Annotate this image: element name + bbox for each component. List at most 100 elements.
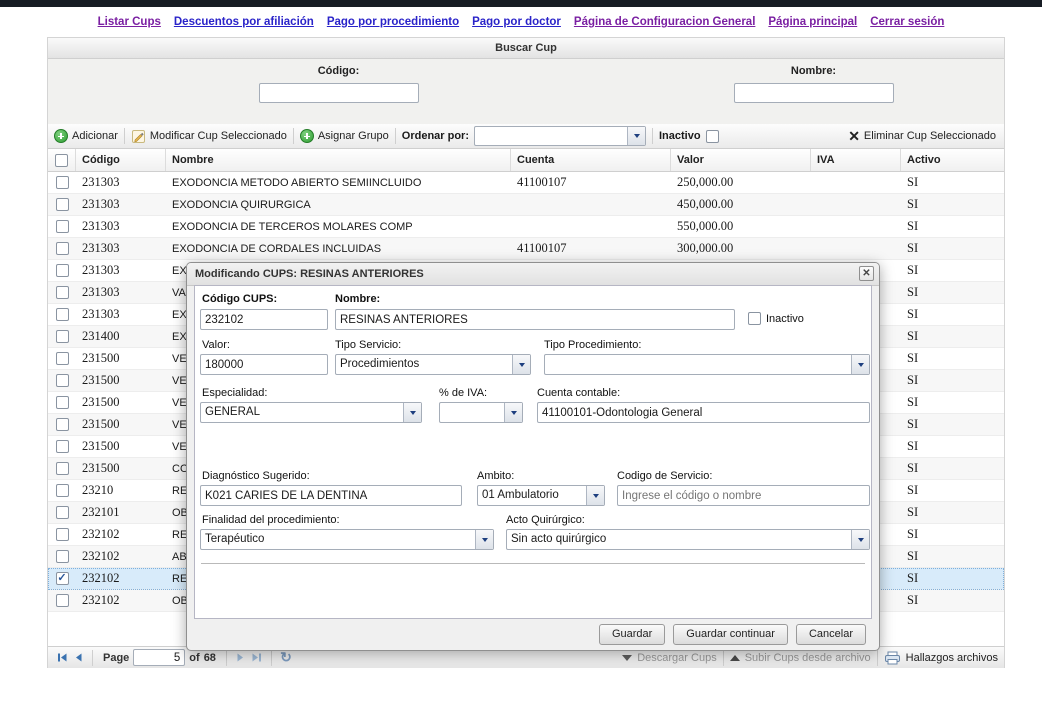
finalidad-combobox[interactable]: Terapéutico [200,529,494,550]
cell-codigo: 231500 [76,392,166,413]
column-header-cuenta[interactable]: Cuenta [511,149,671,171]
row-checkbox[interactable] [56,176,69,189]
row-checkbox[interactable] [56,264,69,277]
row-checkbox[interactable] [56,418,69,431]
subir-cups-button[interactable]: Subir Cups desde archivo [730,652,871,664]
hallazgos-archivos-button[interactable]: Hallazgos archivos [884,651,998,665]
row-checkbox[interactable] [56,242,69,255]
cuenta-contable-input[interactable] [537,402,870,423]
nav-link[interactable]: Descuentos por afiliación [174,16,314,28]
cell-codigo: 232102 [76,590,166,611]
table-row[interactable]: 231303EXODONCIA DE CORDALES INCLUIDAS411… [48,238,1004,260]
row-checkbox[interactable] [56,440,69,453]
row-checkbox[interactable] [56,396,69,409]
cell-activo: SI [901,304,1004,325]
descargar-cups-button[interactable]: Descargar Cups [622,652,716,664]
cell-codigo: 231500 [76,370,166,391]
search-panel: Código: Nombre: [48,59,1004,125]
iva-dropdown-button[interactable] [504,403,522,422]
inactivo-checkbox[interactable] [748,312,761,325]
prev-page-button[interactable] [70,650,86,666]
ordenar-dropdown-button[interactable] [627,127,645,145]
cancelar-button[interactable]: Cancelar [796,624,866,645]
asignar-grupo-button[interactable]: Asignar Grupo [300,129,389,143]
eliminar-button[interactable]: ✕ Eliminar Cup Seleccionado [848,130,996,142]
row-checkbox[interactable] [56,308,69,321]
codigo-search-input[interactable] [259,83,419,103]
next-page-button[interactable] [233,650,249,666]
row-checkbox[interactable] [56,506,69,519]
dialog-close-button[interactable]: ✕ [859,266,874,281]
row-checkbox[interactable] [56,594,69,607]
column-header-iva[interactable]: IVA [811,149,901,171]
table-row[interactable]: 231303EXODONCIA METODO ABIERTO SEMIINCLU… [48,172,1004,194]
nav-link[interactable]: Pago por procedimiento [327,16,459,28]
row-checkbox[interactable] [56,352,69,365]
ordenar-combobox[interactable] [474,126,646,146]
guardar-continuar-button[interactable]: Guardar continuar [673,624,788,645]
row-checkbox-cell [48,304,76,325]
cell-valor: 550,000.00 [671,216,811,237]
acto-quirurgico-dropdown-button[interactable] [851,530,869,549]
valor-input[interactable] [200,354,328,375]
nav-link[interactable]: Pago por doctor [472,16,561,28]
guardar-button[interactable]: Guardar [599,624,665,645]
adicionar-label: Adicionar [72,130,118,142]
column-header-nombre[interactable]: Nombre [166,149,511,171]
row-checkbox-cell [48,436,76,457]
dialog-form-panel: Código CUPS: Nombre: Inactivo Valor: Tip… [194,285,872,619]
cell-activo: SI [901,546,1004,567]
first-page-button[interactable] [54,650,70,666]
nav-link[interactable]: Listar Cups [98,16,161,28]
ambito-combobox[interactable]: 01 Ambulatorio [477,485,605,506]
row-checkbox[interactable] [56,572,69,585]
last-page-button[interactable] [249,650,265,666]
especialidad-combobox[interactable]: GENERAL [200,402,422,423]
row-checkbox[interactable] [56,462,69,475]
tipo-servicio-combobox[interactable]: Procedimientos [335,354,531,375]
table-row[interactable]: 231303EXODONCIA QUIRURGICA450,000.00SI [48,194,1004,216]
nav-link[interactable]: Cerrar sesión [870,16,944,28]
column-header-codigo[interactable]: Código [76,149,166,171]
eliminar-label: Eliminar Cup Seleccionado [864,130,996,142]
row-checkbox[interactable] [56,330,69,343]
select-all-checkbox[interactable] [55,154,68,167]
cell-codigo: 231303 [76,304,166,325]
dialog-titlebar[interactable]: Modificando CUPS: RESINAS ANTERIORES [187,263,879,286]
inactivo-label: Inactivo [766,313,804,325]
modificar-button[interactable]: Modificar Cup Seleccionado [131,129,287,144]
nav-link[interactable]: Página de Configuracion General [574,16,755,28]
row-checkbox[interactable] [56,484,69,497]
row-checkbox[interactable] [56,550,69,563]
tipo-servicio-dropdown-button[interactable] [512,355,530,374]
codigo-servicio-input[interactable] [617,485,870,506]
tipo-procedimiento-combobox[interactable] [544,354,870,375]
row-checkbox[interactable] [56,374,69,387]
row-checkbox[interactable] [56,220,69,233]
refresh-icon[interactable]: ↻ [278,650,294,666]
iva-combobox[interactable] [439,402,523,423]
page-number-input[interactable] [133,649,185,666]
nav-link[interactable]: Página principal [768,16,857,28]
toolbar-separator [395,128,396,144]
finalidad-dropdown-button[interactable] [475,530,493,549]
especialidad-dropdown-button[interactable] [403,403,421,422]
adicionar-button[interactable]: Adicionar [54,129,118,143]
column-header-valor[interactable]: Valor [671,149,811,171]
tipo-procedimiento-dropdown-button[interactable] [851,355,869,374]
codigo-cups-input[interactable] [200,309,328,330]
nombre-search-input[interactable] [734,83,894,103]
inactivo-filter-checkbox[interactable] [706,130,719,143]
cell-activo: SI [901,238,1004,259]
nombre-input[interactable] [335,309,735,330]
cell-codigo: 231303 [76,216,166,237]
row-checkbox[interactable] [56,528,69,541]
diagnostico-input[interactable] [200,485,462,506]
ambito-dropdown-button[interactable] [586,486,604,505]
row-checkbox[interactable] [56,286,69,299]
row-checkbox-cell [48,480,76,501]
table-row[interactable]: 231303EXODONCIA DE TERCEROS MOLARES COMP… [48,216,1004,238]
column-header-activo[interactable]: Activo [901,149,1004,171]
acto-quirurgico-combobox[interactable]: Sin acto quirúrgico [506,529,870,550]
row-checkbox[interactable] [56,198,69,211]
